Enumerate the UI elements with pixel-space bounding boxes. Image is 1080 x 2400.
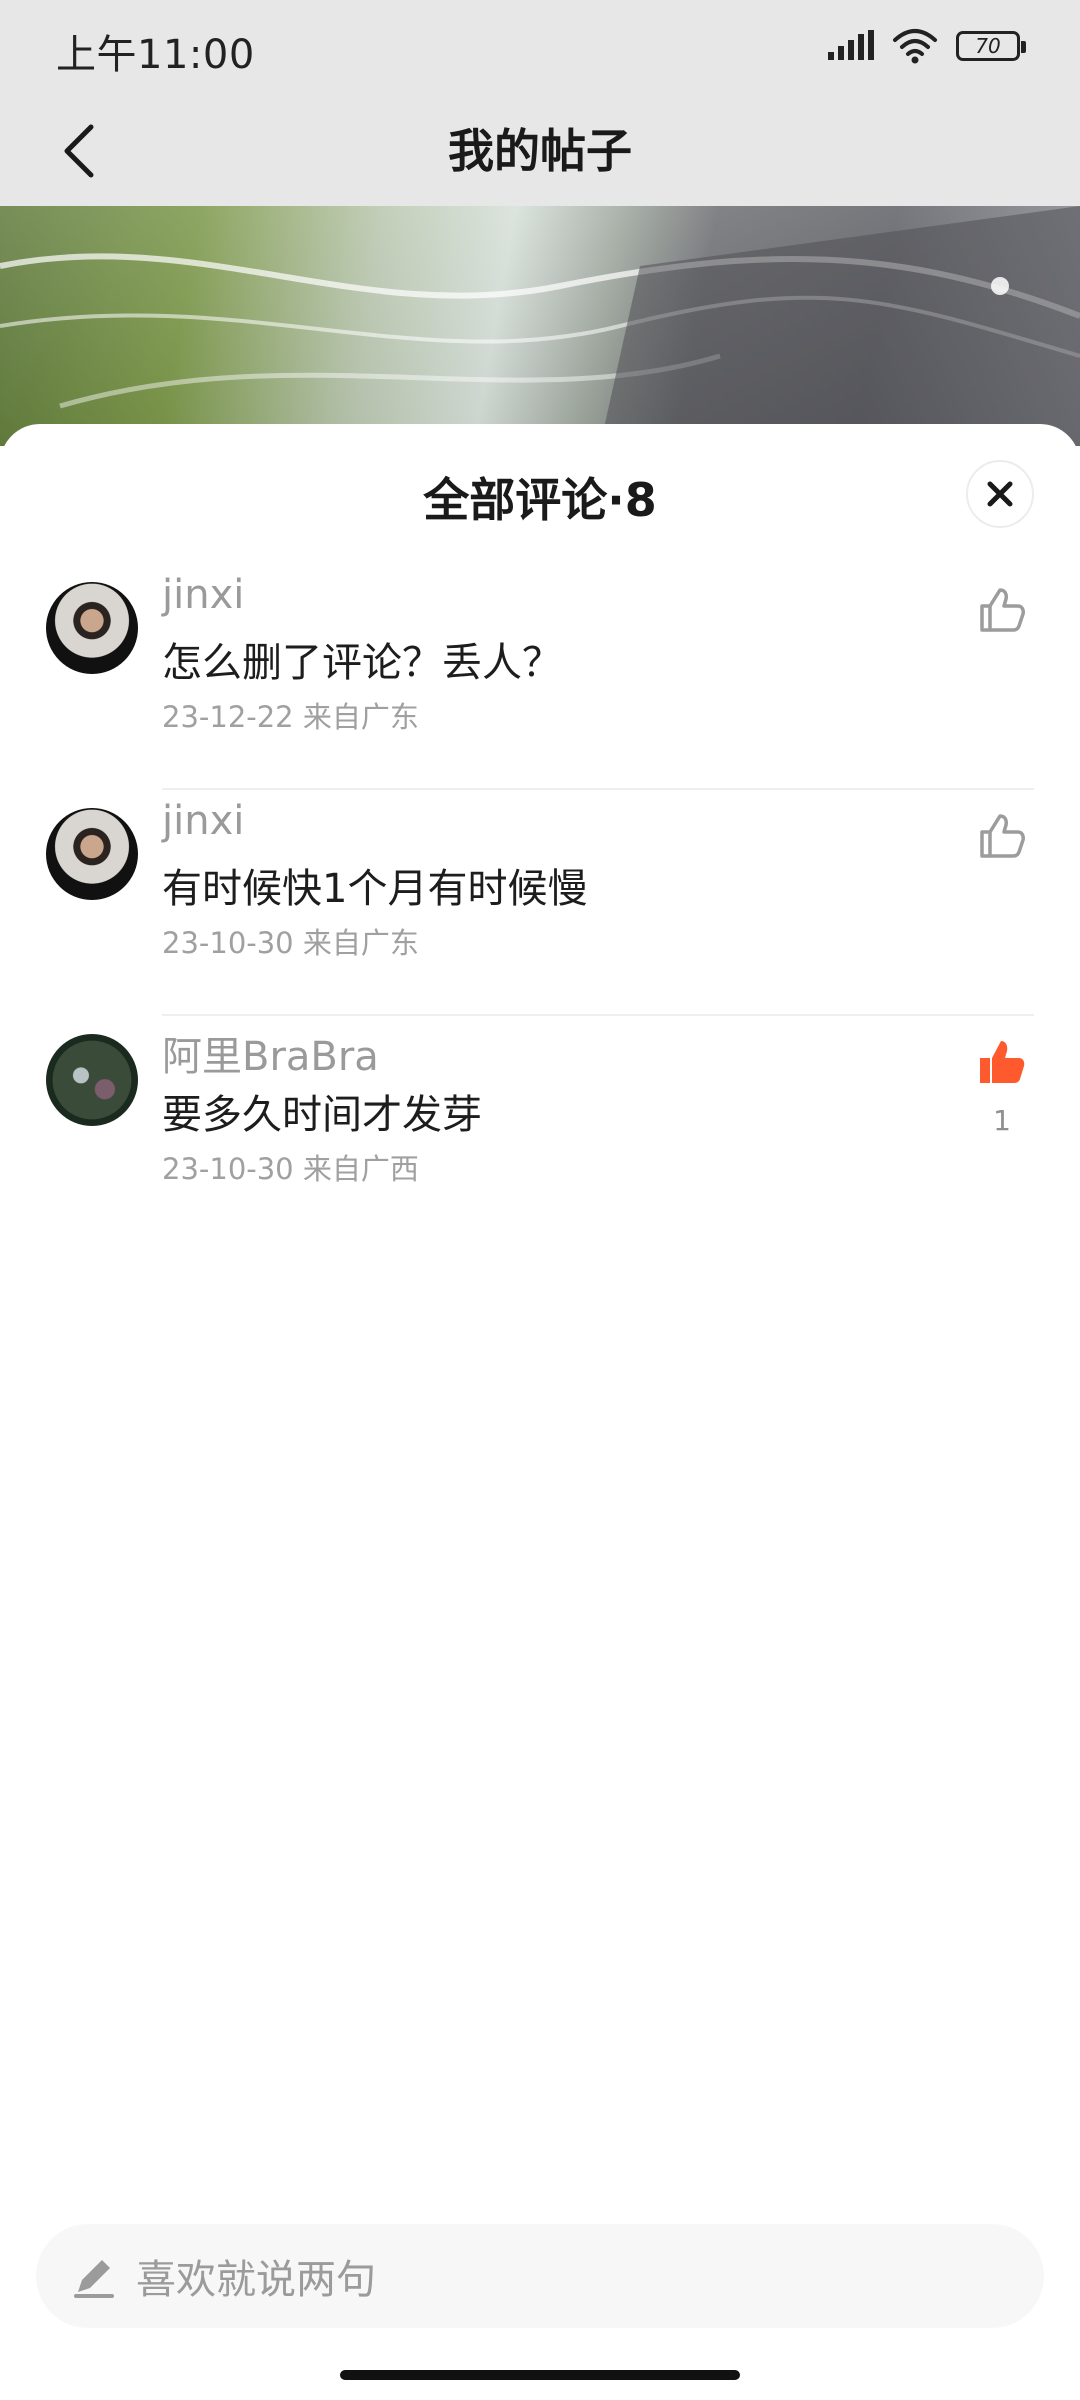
comment-meta: 23-12-22 来自广东 [162,700,419,734]
pen-icon [70,2252,118,2300]
plastic-wrap-graphic [0,206,1080,446]
avatar[interactable] [46,808,138,900]
comment-meta: 23-10-30 来自广西 [162,1152,419,1186]
comment-item: jinxi 有时候快1个月有时候慢 23-10-30 来自广东 [0,790,1080,1016]
page-title: 我的帖子 [448,124,632,178]
comments-sheet: 全部评论·8 jinxi 怎么删了评论？丢人？ 23-12-22 来自广东 ji… [0,424,1080,2400]
back-button[interactable] [44,114,114,188]
comment-input[interactable]: 喜欢就说两句 [36,2224,1044,2328]
comment-input-placeholder: 喜欢就说两句 [136,2257,376,2303]
status-icons: 70 [826,28,1026,64]
thumbs-up-icon [980,814,1025,858]
back-arrow-icon [64,124,94,178]
close-icon [987,481,1013,507]
title-bar: 我的帖子 [0,96,1080,206]
comment-username[interactable]: jinxi [162,798,244,844]
battery-level: 70 [975,34,1001,58]
thumbs-up-icon [980,1041,1025,1083]
battery-icon: 70 [956,31,1026,61]
like-count: 1 [993,1104,1011,1137]
sheet-header: 全部评论·8 [0,424,1080,564]
sheet-title: 全部评论·8 [423,473,657,527]
home-indicator[interactable] [340,2370,740,2380]
like-button[interactable] [970,578,1034,642]
status-bar: 上午11:00 70 [0,0,1080,96]
comment-item: 阿里BraBra 要多久时间才发芽 23-10-30 来自广西 1 [0,1016,1080,1242]
avatar[interactable] [46,1034,138,1126]
comment-username[interactable]: jinxi [162,572,244,618]
comment-meta: 23-10-30 来自广东 [162,926,419,960]
close-button[interactable] [966,460,1034,528]
avatar[interactable] [46,582,138,674]
comment-text[interactable]: 怎么删了评论？丢人？ [162,630,562,688]
comment-username[interactable]: 阿里BraBra [162,1024,379,1082]
comment-item: jinxi 怎么删了评论？丢人？ 23-12-22 来自广东 [0,564,1080,790]
thumbs-up-icon [980,588,1025,632]
like-button[interactable] [970,804,1034,868]
signal-icon [828,30,874,60]
comment-text[interactable]: 要多久时间才发芽 [162,1082,482,1140]
comment-text[interactable]: 有时候快1个月有时候慢 [162,856,587,914]
like-button[interactable] [970,1030,1034,1094]
post-image [0,206,1080,446]
status-time: 上午11:00 [56,32,255,78]
wifi-icon [893,29,937,64]
screen: 上午11:00 70 我的帖子 全部评论·8 jinxi 怎么删了评论？丢人？ … [0,0,1080,2400]
